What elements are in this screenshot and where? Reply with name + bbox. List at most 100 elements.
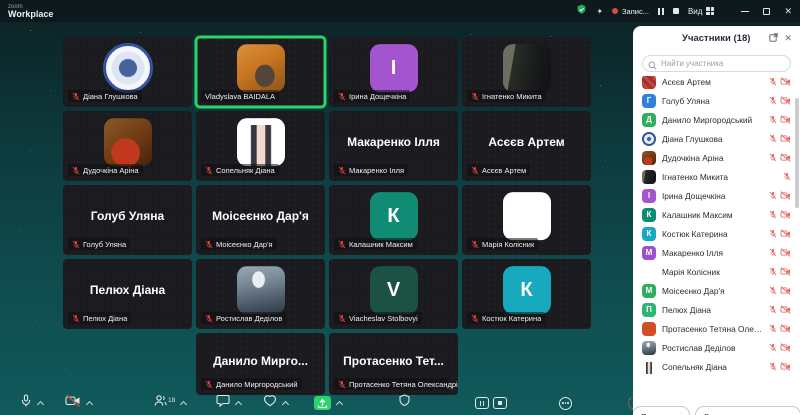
participant-name-label: Костюк Катерина xyxy=(467,312,545,324)
view-button[interactable]: Вид xyxy=(688,7,714,16)
participants-panel-header: Участники (18) ✕ xyxy=(633,26,800,50)
participant-tile[interactable]: Моісеєнко Дар'я Моісеєнко Дар'я xyxy=(196,185,325,255)
participant-row[interactable]: М Макаренко Ілля xyxy=(633,243,800,262)
participant-row[interactable]: Марія Колісник xyxy=(633,262,800,281)
participant-avatar xyxy=(642,322,656,336)
video-options-chevron[interactable] xyxy=(86,400,93,407)
participant-tile[interactable]: Марія Колісник xyxy=(462,185,591,255)
popout-panel-icon[interactable] xyxy=(769,29,778,47)
participant-tile[interactable]: Ігнатенко Микита xyxy=(462,37,591,107)
participant-avatar: П xyxy=(642,303,656,317)
participant-row[interactable]: Ростислав Деділов xyxy=(633,338,800,357)
participant-tile[interactable]: Дудочкіна Аріна xyxy=(63,111,192,181)
mute-button[interactable] xyxy=(20,394,32,413)
participant-tile[interactable]: V Viacheslav Stolbovyi xyxy=(329,259,458,329)
maximize-button[interactable] xyxy=(763,8,770,15)
participant-tile[interactable]: Асєєв Артем Асєєв Артем xyxy=(462,111,591,181)
mic-muted-icon xyxy=(471,92,479,101)
participant-name-large: Асєєв Артем xyxy=(462,135,591,149)
participant-row[interactable]: Протасенко Тетяна Олександрі... xyxy=(633,319,800,338)
view-label: Вид xyxy=(688,7,702,16)
panel-footer-button[interactable]: Выключить звук для всех xyxy=(695,406,800,415)
participant-name-label: Ростислав Деділов xyxy=(201,312,286,324)
participant-row[interactable]: Д Данило Миргородський xyxy=(633,110,800,129)
participant-tile[interactable]: Пелюх Діана Пелюх Діана xyxy=(63,259,192,329)
participant-row[interactable]: Дудочкіна Аріна xyxy=(633,148,800,167)
camera-off-icon xyxy=(65,394,81,412)
search-participant-input[interactable] xyxy=(642,55,791,72)
participant-name-large: Данило Мирго... xyxy=(196,354,325,368)
participant-avatar: М xyxy=(642,246,656,260)
participant-name-label: Макаренко Ілля xyxy=(334,164,408,176)
participant-avatar xyxy=(503,44,551,92)
participant-tile[interactable]: К Калашник Максим xyxy=(329,185,458,255)
start-video-button[interactable] xyxy=(65,394,81,412)
security-shield-icon[interactable] xyxy=(576,2,587,20)
stop-recording-button[interactable] xyxy=(673,8,679,14)
participant-row[interactable]: К Костюк Катерина xyxy=(633,224,800,243)
reactions-button[interactable] xyxy=(263,394,277,412)
participant-name-large: Протасенко Тет... xyxy=(329,354,458,368)
participant-row[interactable]: М Моісеєнко Дар'я xyxy=(633,281,800,300)
mic-muted-icon xyxy=(769,187,777,205)
participant-name-label: Пелюх Діана xyxy=(68,312,131,324)
participant-row[interactable]: Діана Глушкова xyxy=(633,129,800,148)
zoom-workplace-logo: zoom Workplace xyxy=(8,4,53,19)
chat-options-chevron[interactable] xyxy=(235,400,242,407)
video-grid: Діана Глушкова Vladyslava BAIDALA І Ірин… xyxy=(63,37,591,395)
participant-tile[interactable]: І Ірина Дощечкіна xyxy=(329,37,458,107)
participant-tile[interactable]: К Костюк Катерина xyxy=(462,259,591,329)
participant-avatar: К xyxy=(642,208,656,222)
participant-name: Марія Колісник xyxy=(662,267,763,277)
pause-recording-toolbar-button[interactable] xyxy=(475,397,489,409)
panel-scrollbar[interactable] xyxy=(795,98,799,208)
mic-muted-icon xyxy=(338,380,346,389)
reactions-options-chevron[interactable] xyxy=(282,400,289,407)
participant-tile[interactable]: Данило Мирго... Данило Миргородський xyxy=(196,333,325,395)
participant-tile[interactable]: Vladyslava BAIDALA xyxy=(196,37,325,107)
participant-row[interactable]: К Калашник Максим xyxy=(633,205,800,224)
participant-tile[interactable]: Ростислав Деділов xyxy=(196,259,325,329)
participant-name: Данило Миргородський xyxy=(662,115,763,125)
pause-recording-button[interactable] xyxy=(658,8,664,15)
share-options-chevron[interactable] xyxy=(336,400,343,407)
participant-tile[interactable]: Протасенко Тет... Протасенко Тетяна Олек… xyxy=(329,333,458,395)
mic-muted-icon xyxy=(769,130,777,148)
participant-row[interactable]: І Ірина Дощечкіна xyxy=(633,186,800,205)
mic-muted-icon xyxy=(769,206,777,224)
participant-avatar xyxy=(642,341,656,355)
camera-off-icon xyxy=(780,76,791,91)
stop-recording-toolbar-button[interactable] xyxy=(493,397,507,409)
participant-avatar xyxy=(103,43,153,93)
participant-tile[interactable]: Голуб Уляна Голуб Уляна xyxy=(63,185,192,255)
participant-row[interactable]: П Пелюх Діана xyxy=(633,300,800,319)
mic-muted-icon xyxy=(769,301,777,319)
participant-avatar xyxy=(642,360,656,374)
participant-tile[interactable]: Діана Глушкова xyxy=(63,37,192,107)
camera-off-icon xyxy=(780,225,791,243)
participant-row[interactable]: Г Голуб Уляна xyxy=(633,91,800,110)
mic-options-chevron[interactable] xyxy=(37,400,44,407)
mic-muted-icon xyxy=(205,240,213,249)
participant-name-large: Голуб Уляна xyxy=(63,209,192,223)
chat-button[interactable] xyxy=(216,394,230,412)
close-window-button[interactable]: ✕ xyxy=(784,7,792,16)
minimize-button[interactable] xyxy=(741,11,749,12)
security-button[interactable] xyxy=(398,394,411,412)
share-screen-button[interactable] xyxy=(314,396,331,410)
participants-button[interactable]: 18 xyxy=(154,394,175,412)
participant-name: Костюк Катерина xyxy=(662,229,763,239)
participant-tile[interactable]: Макаренко Ілля Макаренко Ілля xyxy=(329,111,458,181)
more-options-button[interactable] xyxy=(559,397,572,410)
panel-footer-button[interactable]: Пригласить xyxy=(633,406,690,415)
chat-icon xyxy=(216,394,230,412)
close-panel-icon[interactable]: ✕ xyxy=(784,33,792,44)
participant-row[interactable]: Асєєв Артем xyxy=(633,76,800,91)
participant-row[interactable]: Ігнатенко Микита xyxy=(633,167,800,186)
participant-row[interactable]: Сопельняк Діана xyxy=(633,357,800,376)
apps-sparkle-icon[interactable]: ✦ xyxy=(596,7,603,16)
participants-options-chevron[interactable] xyxy=(180,400,187,407)
mic-muted-icon xyxy=(769,76,777,91)
participant-tile[interactable]: Сопельняк Діана xyxy=(196,111,325,181)
mic-muted-icon xyxy=(769,225,777,243)
